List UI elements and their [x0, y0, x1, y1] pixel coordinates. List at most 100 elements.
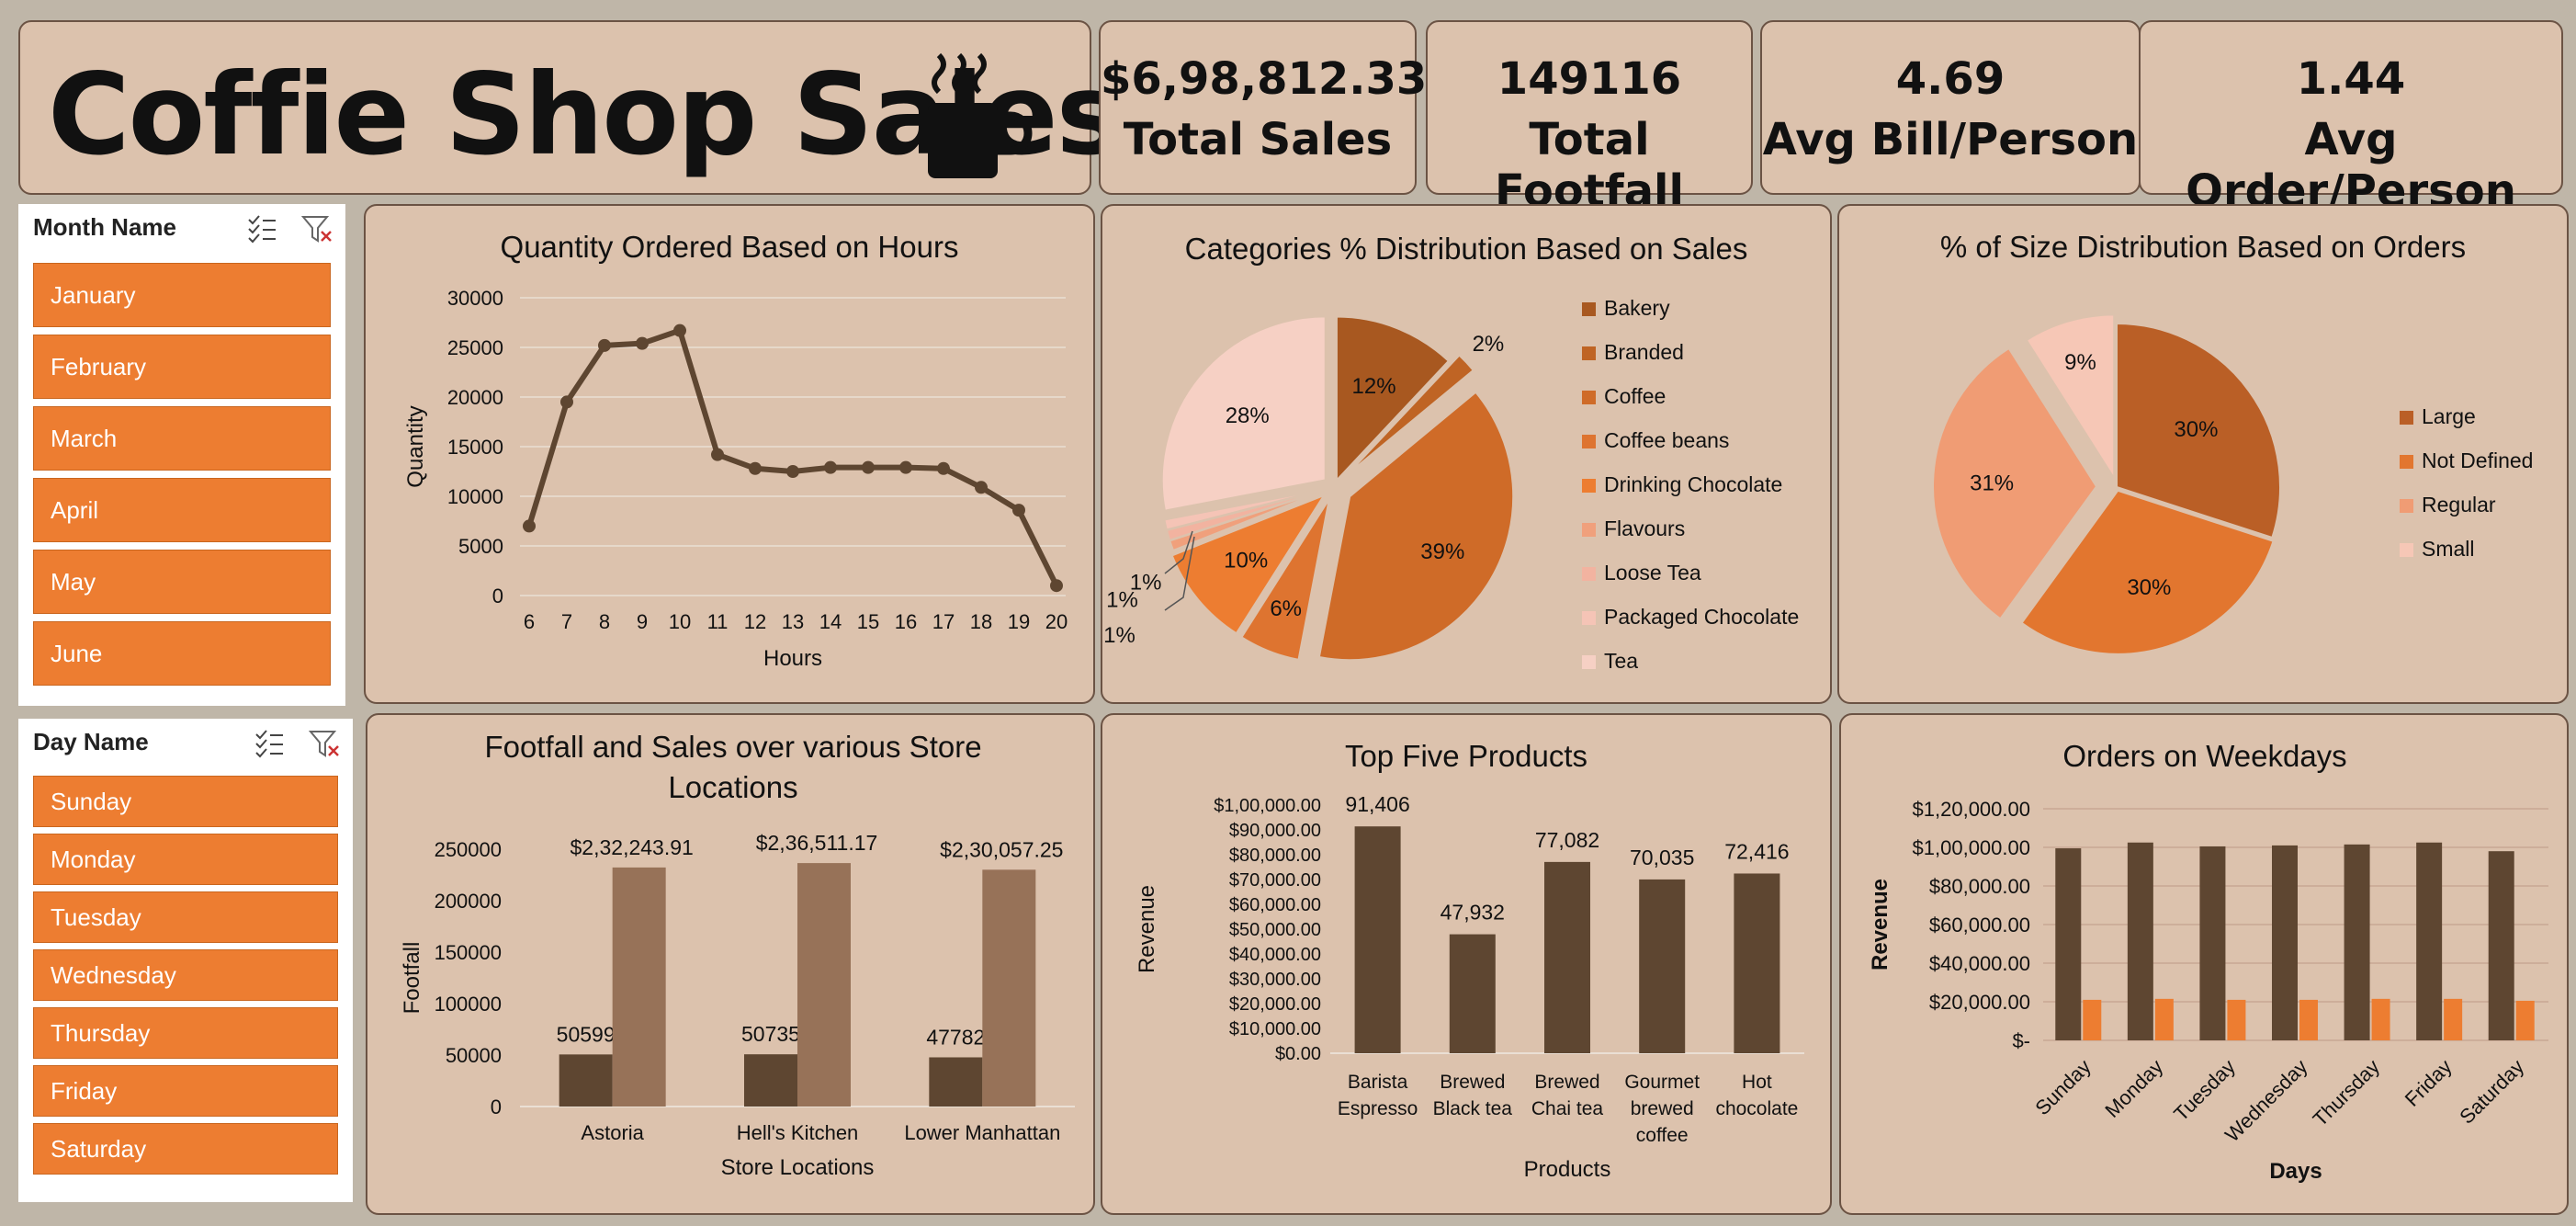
x-tick-label: 19: [1008, 610, 1030, 633]
day-item-wednesday[interactable]: Wednesday: [33, 949, 338, 1001]
data-label: $2,30,057.25: [940, 837, 1063, 861]
y-tick-label: 200000: [435, 890, 502, 913]
x-tick-label: Barista: [1348, 1072, 1408, 1093]
data-point: [1012, 504, 1025, 517]
data-label: 77,082: [1535, 828, 1599, 852]
x-tick-label: Brewed: [1534, 1072, 1599, 1093]
month-item-february[interactable]: February: [33, 335, 331, 399]
data-point: [560, 395, 573, 409]
y-tick-label: 5000: [458, 535, 503, 558]
chart-title: Top Five Products: [1345, 739, 1587, 773]
x-tick-label: 6: [524, 610, 535, 633]
x-tick-label: 13: [782, 610, 804, 633]
data-label: 1%: [1106, 587, 1138, 612]
quantity-by-hours-chart: Quantity Ordered Based on Hours 0 5000 1000…: [403, 230, 1068, 671]
x-tick-label: Chai tea: [1531, 1098, 1604, 1119]
data-label: 70,035: [1630, 846, 1694, 869]
data-point: [523, 519, 536, 533]
chart-panel-sizes: % of Size Distribution Based on Orders 30…: [1837, 204, 2569, 704]
legend-swatch: [1582, 435, 1596, 448]
month-item-january[interactable]: January: [33, 263, 331, 327]
y-tick-label: $0.00: [1275, 1044, 1321, 1064]
data-point: [711, 448, 724, 461]
y-tick-label: $80,000.00: [1929, 875, 2030, 898]
data-label: 50599: [557, 1022, 616, 1046]
y-tick-label: 250000: [435, 838, 502, 861]
data-label: 91,406: [1345, 792, 1409, 816]
data-label: 9%: [2064, 350, 2096, 375]
series-line: [526, 327, 1059, 587]
kpi-avg-bill: 4.69 Avg Bill/Person: [1760, 20, 2141, 195]
legend-swatch: [1582, 523, 1596, 537]
y-tick-label: $60,000.00: [1229, 895, 1321, 915]
kpi-label: Total Sales: [1123, 114, 1393, 165]
bar: [2488, 851, 2514, 1040]
day-item-friday[interactable]: Friday: [33, 1065, 338, 1117]
legend-label: Tea: [1604, 649, 1638, 673]
x-tick-label: Sunday: [2030, 1055, 2095, 1119]
y-axis-label: Revenue: [1135, 885, 1159, 973]
data-point: [786, 465, 799, 478]
day-item-saturday[interactable]: Saturday: [33, 1123, 338, 1175]
day-item-sunday[interactable]: Sunday: [33, 776, 338, 827]
day-item-tuesday[interactable]: Tuesday: [33, 891, 338, 943]
clear-filter-icon[interactable]: [301, 213, 333, 244]
legend-swatch: [1582, 567, 1596, 581]
kpi-label: Avg Order/Person: [2186, 114, 2516, 217]
day-item-monday[interactable]: Monday: [33, 834, 338, 885]
multi-select-icon[interactable]: [246, 213, 277, 244]
bar: [1449, 934, 1496, 1053]
legend-swatch: [1582, 611, 1596, 625]
y-tick-label: $10,000.00: [1229, 1019, 1321, 1039]
y-tick-label: 25000: [447, 336, 503, 359]
legend-label: Loose Tea: [1604, 561, 1701, 585]
data-label: 31%: [1970, 471, 2014, 496]
y-axis-label: Footfall: [400, 942, 424, 1015]
bar: [2272, 845, 2298, 1040]
x-tick-label: brewed: [1631, 1098, 1694, 1119]
y-tick-label: 150000: [435, 941, 502, 964]
bar: [2227, 999, 2246, 1040]
size-distribution-chart: % of Size Distribution Based on Orders 30…: [1932, 230, 2533, 655]
legend-label: Coffee: [1604, 384, 1666, 408]
bar: [1639, 879, 1686, 1053]
legend-label: Large: [2422, 404, 2476, 428]
title-panel: Coffie Shop Sales: [18, 20, 1123, 195]
bar: [2371, 998, 2390, 1040]
legend-swatch: [2400, 499, 2413, 513]
x-tick-label: Astoria: [581, 1121, 644, 1144]
bar: [2154, 998, 2174, 1040]
kpi-value: 149116: [1497, 53, 1682, 105]
y-tick-label: 30000: [447, 287, 503, 310]
month-item-may[interactable]: May: [33, 550, 331, 614]
clear-filter-icon[interactable]: [309, 728, 340, 759]
y-tick-label: $90,000.00: [1229, 821, 1321, 841]
legend-label: Drinking Chocolate: [1604, 472, 1782, 496]
month-item-june[interactable]: June: [33, 621, 331, 686]
data-point: [598, 338, 611, 352]
month-item-april[interactable]: April: [33, 478, 331, 542]
y-axis-label: Revenue: [1868, 879, 1892, 971]
legend-swatch: [1582, 391, 1596, 404]
data-point: [1050, 579, 1063, 593]
bar: [1734, 873, 1780, 1053]
legend-label: Branded: [1604, 340, 1684, 364]
legend-swatch: [1582, 302, 1596, 316]
chart-title: Categories % Distribution Based on Sales: [1185, 232, 1748, 266]
coffee-mug-icon: [928, 52, 1033, 178]
y-tick-label: 0: [492, 585, 503, 607]
x-axis-label: Days: [2269, 1159, 2322, 1184]
legend-label: Packaged Chocolate: [1604, 605, 1799, 629]
data-label: 28%: [1226, 403, 1270, 428]
month-item-march[interactable]: March: [33, 406, 331, 471]
legend-swatch: [2400, 543, 2413, 557]
y-tick-label: 50000: [446, 1044, 502, 1067]
data-label: 12%: [1352, 374, 1396, 399]
multi-select-icon[interactable]: [254, 728, 285, 759]
legend-swatch: [2400, 455, 2413, 469]
data-label: 6%: [1270, 596, 1302, 621]
bar: [612, 867, 666, 1107]
weekday-orders-chart: Orders on Weekdays $- $20,000.00 $40,000.00…: [1868, 739, 2548, 1184]
day-item-thursday[interactable]: Thursday: [33, 1007, 338, 1059]
y-tick-label: $1,20,000.00: [1913, 798, 2030, 821]
